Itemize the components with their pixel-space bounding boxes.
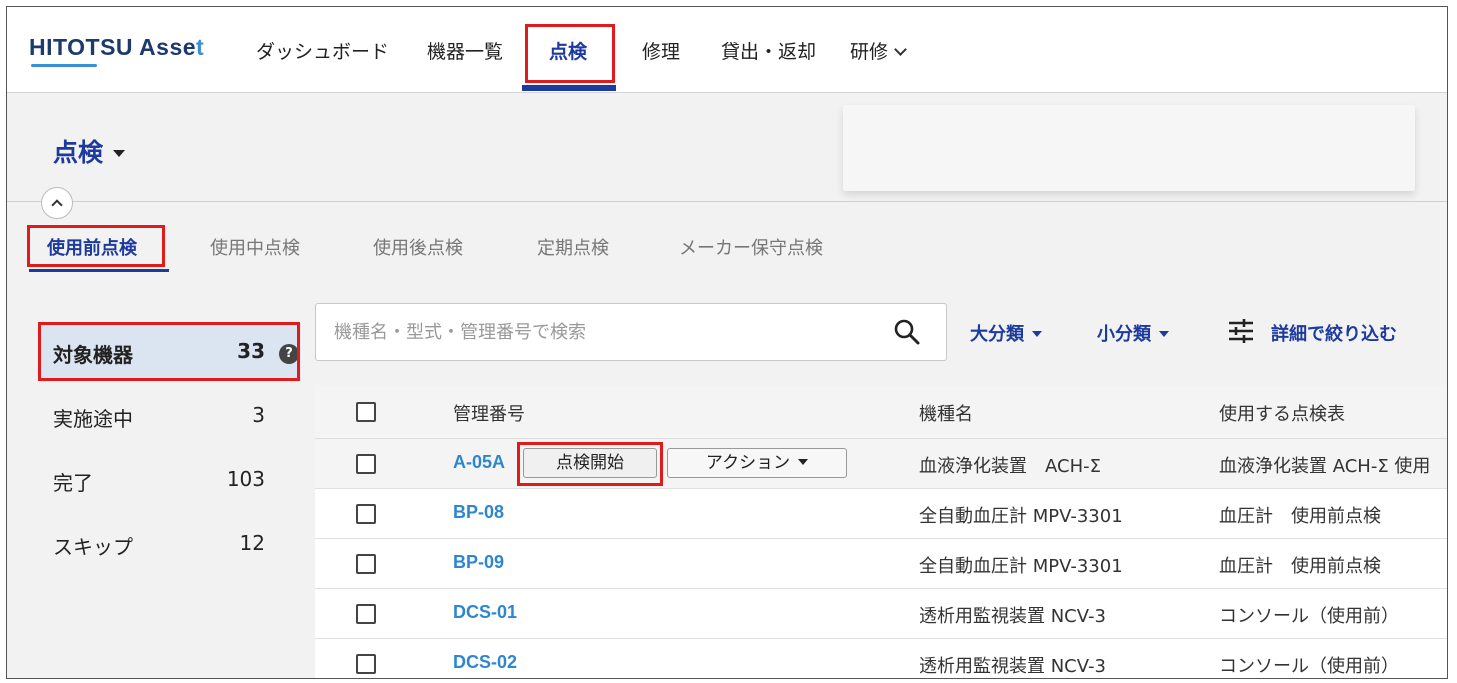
- row-checkbox[interactable]: [356, 454, 376, 474]
- nav-dashboard[interactable]: ダッシュボード: [256, 37, 389, 64]
- caret-down-icon: [1159, 331, 1169, 337]
- checklist-cell: 血圧計 使用前点検: [1219, 556, 1381, 577]
- tab-pre-use-inspection[interactable]: 使用前点検: [47, 234, 137, 260]
- logo-text: HITOTSU Asse: [29, 34, 197, 60]
- status-label: スキップ: [53, 535, 133, 559]
- tab-periodic-inspection[interactable]: 定期点検: [537, 234, 609, 260]
- model-cell: 全自動血圧計 MPV-3301: [919, 556, 1123, 577]
- table-header: 管理番号 機種名 使用する点検表: [315, 385, 1447, 439]
- row-checkbox[interactable]: [356, 554, 376, 574]
- app-logo[interactable]: HITOTSU Asset: [29, 34, 204, 64]
- advanced-filter-button[interactable]: 詳細で絞り込む: [1271, 320, 1397, 346]
- chevron-down-icon: [894, 43, 907, 56]
- collapse-button[interactable]: [41, 187, 73, 219]
- header-code[interactable]: 管理番号: [453, 400, 525, 426]
- checklist-cell: コンソール（使用前）: [1219, 606, 1399, 627]
- page-title-text: 点検: [53, 138, 104, 167]
- tab-post-use-inspection[interactable]: 使用後点検: [373, 234, 463, 260]
- equipment-code-link[interactable]: A-05A: [453, 452, 505, 473]
- nav-active-indicator: [522, 85, 616, 91]
- action-label: アクション: [705, 453, 791, 473]
- header-checklist[interactable]: 使用する点検表: [1219, 400, 1345, 426]
- equipment-code-link[interactable]: DCS-01: [453, 602, 517, 623]
- table-row[interactable]: BP-08 全自動血圧計 MPV-3301 血圧計 使用前点検: [315, 489, 1447, 539]
- status-completed[interactable]: 完了 103: [39, 451, 301, 509]
- summary-card: [843, 105, 1415, 191]
- nav-training[interactable]: 研修: [850, 37, 907, 64]
- subtab-active-indicator: [29, 269, 169, 272]
- status-count: 3: [252, 403, 265, 427]
- major-category-label: 大分類: [970, 324, 1024, 345]
- status-label: 実施途中: [53, 407, 133, 431]
- row-checkbox[interactable]: [356, 654, 376, 674]
- row-checkbox[interactable]: [356, 604, 376, 624]
- nav-repair[interactable]: 修理: [642, 37, 680, 64]
- status-target-equipment[interactable]: 対象機器 33 ?: [39, 323, 301, 381]
- header-model[interactable]: 機種名: [919, 400, 973, 426]
- filter-sliders-icon[interactable]: [1227, 317, 1255, 345]
- equipment-code-link[interactable]: BP-08: [453, 502, 504, 523]
- nav-inspection[interactable]: 点検: [549, 37, 587, 64]
- model-cell: 透析用監視装置 NCV-3: [919, 606, 1106, 627]
- app-window: HITOTSU Asset ダッシュボード 機器一覧 点検 修理 貸出・返却 研…: [6, 6, 1448, 679]
- status-count: 103: [226, 467, 265, 491]
- caret-down-icon: [798, 459, 809, 465]
- row-checkbox[interactable]: [356, 504, 376, 524]
- major-category-filter[interactable]: 大分類: [970, 320, 1042, 346]
- checklist-cell: コンソール（使用前）: [1219, 656, 1399, 677]
- checklist-cell: 血液浄化装置 ACH-Σ 使用: [1219, 456, 1431, 477]
- search-box: [315, 303, 947, 361]
- checklist-cell: 血圧計 使用前点検: [1219, 506, 1381, 527]
- model-cell: 透析用監視装置 NCV-3: [919, 656, 1106, 677]
- minor-category-label: 小分類: [1097, 324, 1151, 345]
- equipment-table: 管理番号 機種名 使用する点検表 A-05A 点検開始 アクション 血液浄化装置…: [315, 385, 1447, 678]
- logo-swoosh: [31, 64, 97, 67]
- table-row[interactable]: BP-09 全自動血圧計 MPV-3301 血圧計 使用前点検: [315, 539, 1447, 589]
- top-nav-bar: HITOTSU Asset ダッシュボード 機器一覧 点検 修理 貸出・返却 研…: [7, 7, 1447, 93]
- logo-accent: t: [196, 34, 205, 60]
- status-count: 12: [239, 531, 265, 555]
- nav-training-label: 研修: [850, 41, 889, 63]
- status-skipped[interactable]: スキップ 12: [39, 515, 301, 573]
- table-row[interactable]: DCS-01 透析用監視装置 NCV-3 コンソール（使用前）: [315, 589, 1447, 639]
- help-icon[interactable]: ?: [279, 344, 299, 364]
- model-cell: 全自動血圧計 MPV-3301: [919, 506, 1123, 527]
- status-label: 完了: [53, 471, 93, 495]
- start-inspection-button[interactable]: 点検開始: [523, 448, 657, 478]
- status-in-progress[interactable]: 実施途中 3: [39, 387, 301, 445]
- chevron-up-icon: [51, 199, 63, 211]
- model-cell: 血液浄化装置 ACH-Σ: [919, 456, 1101, 477]
- table-row[interactable]: DCS-02 透析用監視装置 NCV-3 コンソール（使用前）: [315, 639, 1447, 678]
- header-divider: [7, 201, 1447, 202]
- equipment-code-link[interactable]: BP-09: [453, 552, 504, 573]
- minor-category-filter[interactable]: 小分類: [1097, 320, 1169, 346]
- status-label: 対象機器: [53, 343, 133, 367]
- select-all-checkbox[interactable]: [356, 402, 376, 422]
- status-count: 33: [237, 339, 265, 363]
- search-input[interactable]: [334, 316, 874, 348]
- action-dropdown-button[interactable]: アクション: [667, 448, 847, 478]
- caret-down-icon: [113, 150, 126, 157]
- search-icon[interactable]: [892, 317, 922, 347]
- tab-in-use-inspection[interactable]: 使用中点検: [210, 234, 300, 260]
- nav-equipment-list[interactable]: 機器一覧: [427, 37, 503, 64]
- tab-maker-maintenance[interactable]: メーカー保守点検: [679, 234, 823, 260]
- caret-down-icon: [1032, 331, 1042, 337]
- nav-lending-return[interactable]: 貸出・返却: [721, 37, 816, 64]
- page-title[interactable]: 点検: [53, 133, 126, 169]
- table-row[interactable]: A-05A 点検開始 アクション 血液浄化装置 ACH-Σ 血液浄化装置 ACH…: [315, 439, 1447, 489]
- equipment-code-link[interactable]: DCS-02: [453, 652, 517, 673]
